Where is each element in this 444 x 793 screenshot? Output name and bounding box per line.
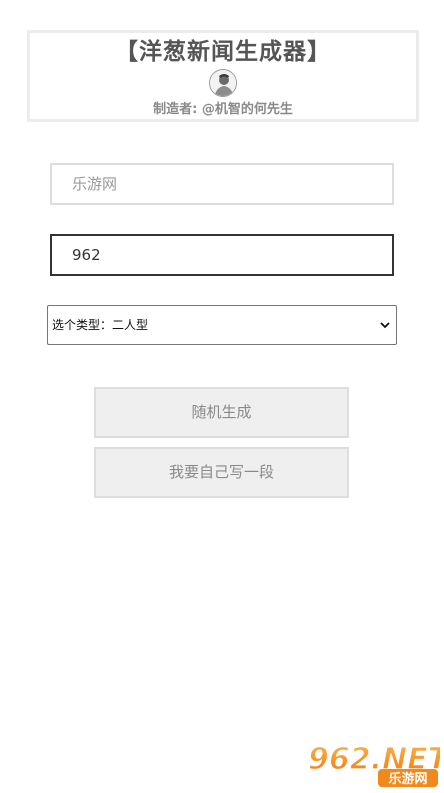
avatar <box>209 69 237 97</box>
page-title: 【洋葱新闻生成器】 <box>115 39 331 65</box>
page: 【洋葱新闻生成器】 制造者: @机智的何先生 选个类型：二人型 随机生成 我要自… <box>0 0 444 793</box>
name-input[interactable] <box>50 234 394 276</box>
header-card: 【洋葱新闻生成器】 制造者: @机智的何先生 <box>27 30 419 122</box>
type-select-value: 选个类型：二人型 <box>52 318 149 332</box>
type-select[interactable]: 选个类型：二人型 <box>47 305 397 345</box>
avatar-person-icon <box>210 70 236 96</box>
watermark-sub-text: 乐游网 <box>388 771 427 787</box>
random-generate-label: 随机生成 <box>191 403 252 421</box>
write-own-label: 我要自己写一段 <box>168 463 274 481</box>
write-own-button[interactable]: 我要自己写一段 <box>94 447 349 498</box>
chevron-down-icon <box>380 322 390 329</box>
maker-credit: 制造者: @机智的何先生 <box>153 102 293 117</box>
site-watermark-logo: 962.NET 乐游网 <box>307 741 440 787</box>
source-input[interactable] <box>50 163 394 205</box>
random-generate-button[interactable]: 随机生成 <box>94 387 349 438</box>
